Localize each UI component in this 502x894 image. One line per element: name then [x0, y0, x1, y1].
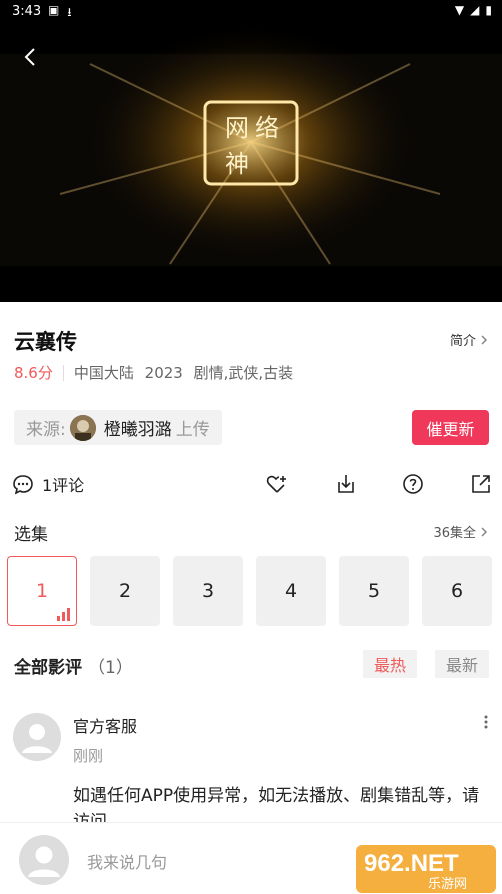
episodes-all-link[interactable]: 36集全	[433, 522, 488, 541]
my-avatar	[19, 835, 69, 885]
episode-1[interactable]: 1	[7, 556, 77, 626]
chevron-right-icon	[481, 334, 488, 345]
review-time: 刚刚	[73, 747, 104, 765]
wifi-icon: ▼	[454, 3, 465, 17]
comment-button[interactable]: 1评论	[12, 472, 84, 496]
episode-number: 1	[35, 580, 49, 602]
episode-5[interactable]: 5	[339, 556, 409, 626]
episode-number: 4	[284, 580, 298, 602]
video-logo-char-1: 网	[225, 114, 249, 142]
notification-a-icon: ▣	[48, 3, 60, 17]
chevron-right-icon	[481, 526, 488, 537]
reviews-count: （1）	[88, 658, 133, 678]
playing-bars-icon	[57, 608, 70, 621]
svg-text:神: 神	[225, 150, 249, 178]
year: 2023	[144, 364, 183, 382]
region: 中国大陆	[73, 364, 134, 382]
chevron-left-icon	[24, 48, 35, 66]
show-meta: 8.6分 中国大陆 2023 剧情,武侠,古装	[14, 362, 299, 383]
review-author[interactable]: 官方客服	[73, 713, 137, 737]
uploader-avatar	[69, 414, 96, 441]
watermark-text: 962.NET	[364, 850, 459, 877]
video-player[interactable]: 网 络 神	[0, 24, 502, 302]
urge-update-button[interactable]: 催更新	[412, 410, 489, 445]
status-time: 3:43	[12, 4, 42, 19]
comment-input-bar: 我来说几句 962.NET 乐游网	[0, 822, 502, 894]
default-avatar-icon	[13, 713, 61, 761]
share-icon	[472, 475, 490, 493]
comment-count: 1评论	[42, 476, 85, 495]
score: 8.6分	[14, 364, 53, 382]
action-row: 1评论	[0, 470, 502, 500]
signal-icon: ◢	[470, 3, 480, 17]
meta-divider	[62, 364, 64, 381]
video-frame: 网 络 神	[0, 24, 502, 266]
source-box[interactable]: 来源: 橙曦羽潞 上传	[14, 410, 222, 445]
reviews-title: 全部影评 （1）	[14, 653, 133, 678]
episodes-all-label: 36集全	[433, 526, 476, 541]
comment-input[interactable]: 我来说几句	[87, 849, 167, 873]
source-label: 来源:	[26, 420, 66, 440]
share-button[interactable]	[469, 472, 493, 496]
watermark-subtext: 乐游网	[428, 877, 467, 892]
status-bar: 3:43 ▣ ⭳ ▼ ◢ ▮	[0, 0, 502, 24]
intro-link[interactable]: 简介	[450, 330, 488, 349]
episode-6[interactable]: 6	[422, 556, 492, 626]
watermark-logo: 962.NET 乐游网	[356, 841, 496, 893]
uploader-name: 橙曦羽潞	[103, 420, 172, 440]
intro-label: 简介	[449, 334, 476, 349]
favorite-button[interactable]	[265, 472, 289, 496]
genres: 剧情,武侠,古装	[193, 364, 294, 382]
episode-3[interactable]: 3	[173, 556, 243, 626]
sort-hot-button[interactable]: 最热	[363, 650, 417, 678]
episodes-title: 选集	[14, 525, 48, 545]
episode-list: 1 2 3 4 5 6	[7, 556, 492, 626]
download-button[interactable]	[334, 472, 358, 496]
back-button[interactable]	[16, 42, 46, 72]
episode-number: 3	[201, 580, 215, 602]
episode-4[interactable]: 4	[256, 556, 326, 626]
download-icon	[338, 475, 354, 493]
comment-icon	[13, 475, 33, 495]
episode-number: 6	[450, 580, 464, 602]
more-vertical-icon	[484, 715, 488, 729]
heart-plus-icon	[266, 475, 286, 493]
help-icon	[403, 474, 423, 494]
help-button[interactable]	[401, 472, 425, 496]
reviews-title-label: 全部影评	[14, 658, 82, 678]
episode-number: 2	[118, 580, 132, 602]
default-avatar-icon	[19, 835, 69, 885]
sort-new-button[interactable]: 最新	[435, 650, 489, 678]
battery-icon: ▮	[485, 3, 492, 17]
show-title: 云襄传	[14, 330, 77, 354]
download-notification-icon: ⭳	[67, 5, 72, 19]
upload-suffix: 上传	[175, 420, 210, 440]
episode-2[interactable]: 2	[90, 556, 160, 626]
episode-number: 5	[367, 580, 381, 602]
avatar[interactable]	[13, 713, 61, 761]
review-more-button[interactable]	[480, 713, 492, 731]
svg-text:络: 络	[255, 114, 279, 142]
